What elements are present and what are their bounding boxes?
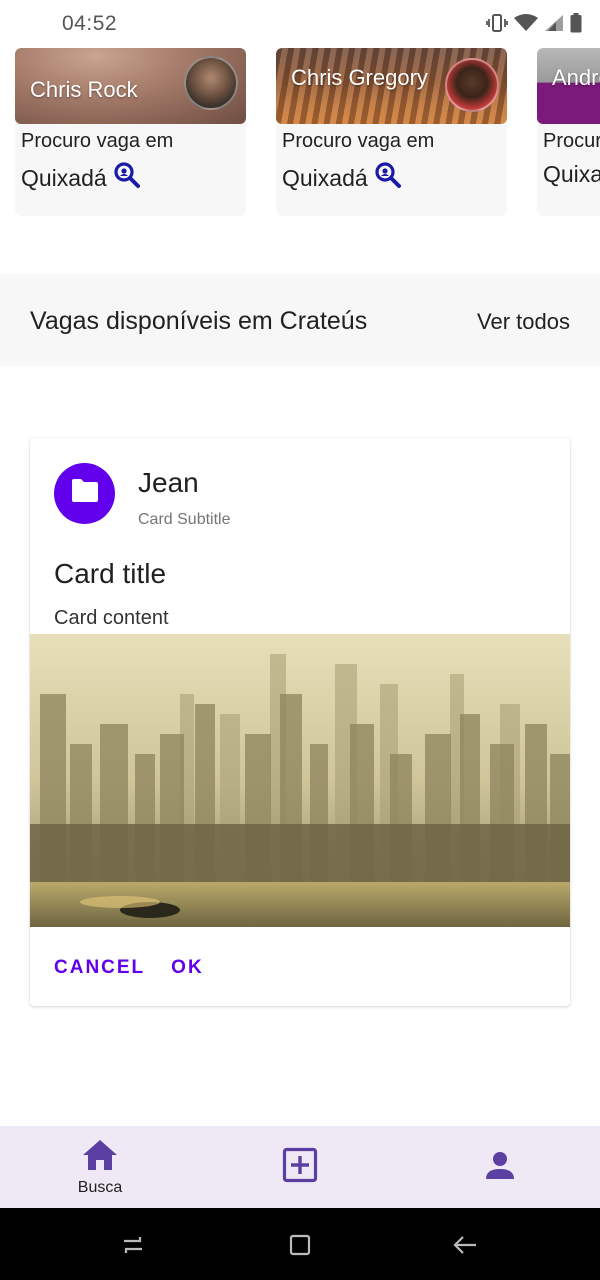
card-header-title: Jean <box>138 467 199 498</box>
signal-icon <box>544 14 564 37</box>
profile-cover-photo: Andre Teixeira <box>537 48 600 124</box>
system-navigation-bar <box>0 1208 600 1280</box>
wifi-icon <box>514 14 538 37</box>
cancel-button[interactable]: CANCEL <box>54 957 145 979</box>
card-content: Card content <box>54 607 169 629</box>
card-avatar <box>54 463 115 524</box>
recent-apps-icon[interactable] <box>120 1232 146 1258</box>
home-button-icon[interactable] <box>287 1232 313 1258</box>
search-location-icon <box>113 161 141 195</box>
nav-item-busca[interactable]: Busca <box>0 1126 200 1208</box>
card-actions: CANCEL OK <box>54 957 204 979</box>
profile-name: Chris Gregory <box>291 65 428 90</box>
profile-city: Quixadá <box>282 164 368 191</box>
vibrate-icon <box>486 13 508 38</box>
section-header: Vagas disponíveis em Crateús Ver todos <box>0 274 600 366</box>
nav-item-profile[interactable] <box>400 1126 600 1208</box>
avatar <box>445 58 499 112</box>
ok-button[interactable]: OK <box>171 957 204 979</box>
card-city-image <box>30 634 570 927</box>
profile-name: Andre Teixeira <box>552 65 600 90</box>
folder-icon <box>70 478 100 509</box>
home-icon <box>81 1138 119 1177</box>
profile-seeking-text: Procuro vaga em <box>282 130 435 152</box>
card-header-subtitle: Card Subtitle <box>138 511 231 528</box>
profile-name: Chris Rock <box>30 77 138 102</box>
back-icon[interactable] <box>452 1232 478 1258</box>
status-time: 04:52 <box>62 12 118 35</box>
bottom-navigation: Busca <box>0 1126 600 1208</box>
avatar <box>184 56 238 110</box>
profile-carousel[interactable]: Chris Rock Procuro vaga em Quixadá Chris… <box>0 48 600 218</box>
person-icon <box>484 1149 516 1186</box>
search-location-icon <box>374 161 402 195</box>
profile-card[interactable]: Chris Rock Procuro vaga em Quixadá <box>15 48 246 216</box>
nav-item-add[interactable] <box>200 1126 400 1208</box>
profile-card[interactable]: Andre Teixeira Procuro vaga em Quixadá <box>537 48 600 216</box>
profile-seeking-text: Procuro vaga em <box>543 130 600 152</box>
job-card[interactable]: Jean Card Subtitle Card title Card conte… <box>30 438 570 1006</box>
profile-city: Quixadá <box>21 164 107 191</box>
profile-card[interactable]: Chris Gregory Procuro vaga em Quixadá <box>276 48 507 216</box>
add-box-icon <box>282 1147 318 1188</box>
see-all-link[interactable]: Ver todos <box>477 309 570 335</box>
profile-cover-photo: Chris Gregory <box>276 48 507 124</box>
status-bar: 04:52 <box>0 0 600 48</box>
profile-city: Quixadá <box>543 161 600 187</box>
status-icons <box>486 13 582 38</box>
profile-seeking-text: Procuro vaga em <box>21 130 174 152</box>
nav-label-busca: Busca <box>77 1178 123 1196</box>
profile-cover-photo: Chris Rock <box>15 48 246 124</box>
card-title: Card title <box>54 558 167 589</box>
section-title: Vagas disponíveis em Crateús <box>30 307 368 335</box>
battery-icon <box>570 13 582 38</box>
